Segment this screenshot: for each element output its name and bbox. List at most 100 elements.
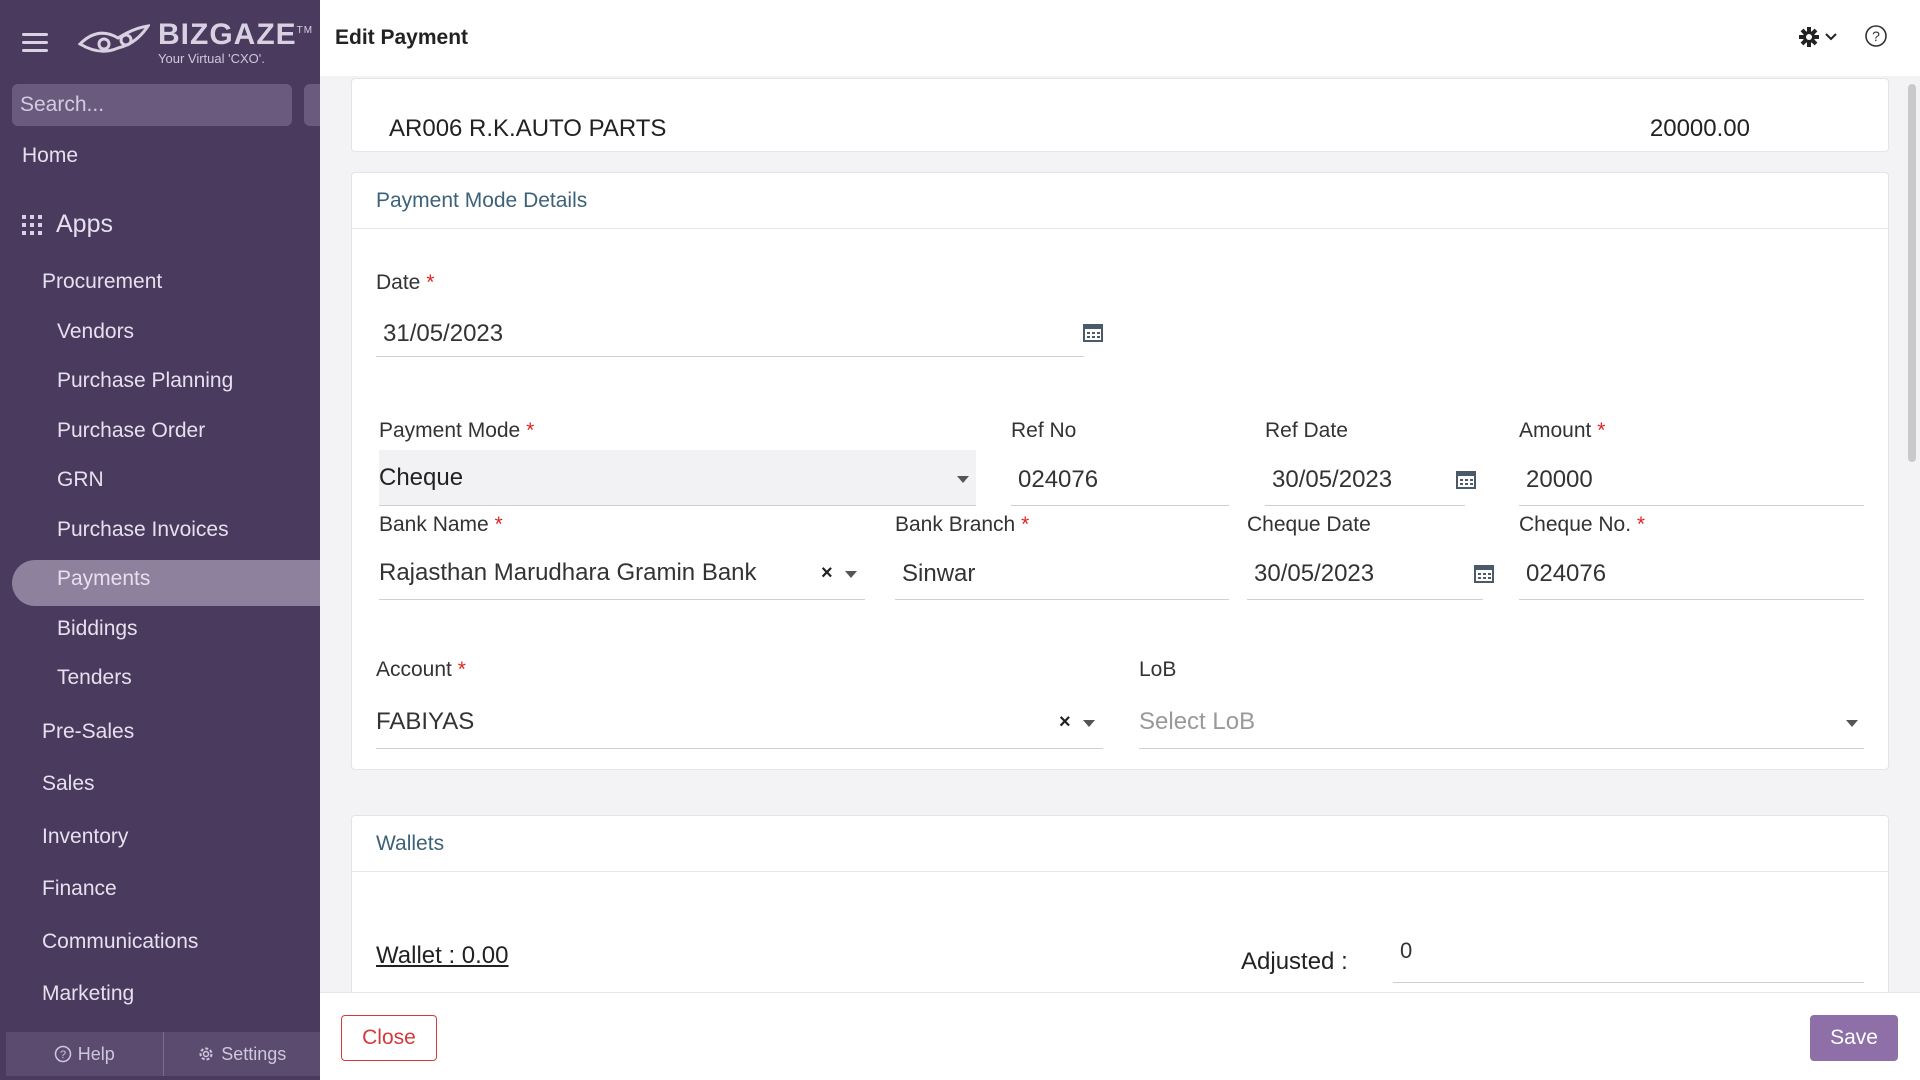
account-underline [376,748,1103,749]
owl-logo-icon [78,24,150,53]
cheque-date-underline [1247,599,1483,600]
sidebar-item-inventory[interactable]: Inventory [42,825,128,849]
search-extension [304,84,320,126]
sidebar-item-sales[interactable]: Sales [42,772,95,796]
sidebar-item-apps[interactable]: Apps [22,210,113,239]
sidebar-item-finance[interactable]: Finance [42,877,117,901]
sidebar-item-purchase-order[interactable]: Purchase Order [57,419,205,443]
hamburger-icon[interactable] [22,32,48,52]
ref-date-label: Ref Date [1265,419,1348,442]
page-title: Edit Payment [335,26,469,49]
sidebar-header: BIZGAZETM Your Virtual 'CXO'. [0,0,320,84]
sidebar-item-vendors[interactable]: Vendors [57,320,134,344]
close-button[interactable]: Close [341,1015,437,1061]
svg-text:?: ? [60,1049,66,1061]
sidebar-item-label: Apps [56,210,113,238]
sidebar-item-tenders[interactable]: Tenders [57,666,132,690]
help-icon: ? [54,1045,71,1063]
cheque-date-field[interactable]: 30/05/2023 [1254,560,1374,588]
section-title: Wallets [352,816,1888,872]
settings-label: Settings [221,1043,287,1064]
clear-icon[interactable]: × [1059,711,1071,734]
gear-icon [1799,27,1819,47]
chevron-down-icon[interactable] [1846,720,1858,727]
ref-date-field[interactable]: 30/05/2023 [1272,466,1392,494]
search-input[interactable] [20,93,291,117]
page-settings-menu[interactable] [1798,26,1838,48]
sidebar-item-home[interactable]: Home [22,144,78,168]
ref-no-label: Ref No [1011,419,1077,442]
sidebar-item-grn[interactable]: GRN [57,468,104,492]
sidebar-item-biddings[interactable]: Biddings [57,617,138,641]
settings-footer-button[interactable]: Settings [162,1032,321,1076]
help-label: Help [77,1043,115,1064]
section-title: Payment Mode Details [352,173,1888,229]
calendar-icon[interactable] [1473,562,1495,584]
calendar-icon[interactable] [1082,321,1104,343]
cheque-no-field[interactable]: 024076 [1526,560,1606,588]
bank-branch-label: Bank Branch * [895,513,1030,536]
bank-name-label: Bank Name * [379,513,503,536]
calendar-icon[interactable] [1455,468,1477,490]
bank-branch-underline [895,599,1229,600]
chevron-down-icon[interactable] [1083,720,1095,727]
cheque-no-underline [1519,599,1864,600]
adjusted-field[interactable]: 0 [1400,938,1412,964]
amount-field[interactable]: 20000 [1526,466,1593,494]
payment-mode-value: Cheque [379,464,464,491]
brand-tagline: Your Virtual 'CXO'. [158,50,265,66]
date-label: Date * [376,271,435,294]
save-button[interactable]: Save [1810,1015,1898,1061]
sidebar-item-payments[interactable]: Payments [57,567,150,591]
date-field-underline [376,356,1084,357]
payment-total: 20000.00 [1649,115,1750,142]
lob-underline [1139,748,1864,749]
page-header: Edit Payment ? [320,0,1920,76]
bank-name-underline [379,599,865,600]
apps-grid-icon [22,214,42,235]
bank-name-select[interactable]: Rajasthan Marudhara Gramin Bank [379,559,757,587]
amount-underline [1519,505,1864,506]
payment-mode-card: Payment Mode Details Date * 31/05/2023 P… [351,172,1889,770]
chevron-down-icon[interactable] [845,571,857,578]
main-content: AR006 R.K.AUTO PARTS 20000.00 Payment Mo… [320,76,1920,1035]
sidebar-item-communications[interactable]: Communications [42,930,198,954]
sidebar: BIZGAZETM Your Virtual 'CXO'. Home Apps … [0,0,320,1080]
chevron-down-icon [1825,33,1837,41]
amount-label: Amount * [1519,419,1606,442]
brand-name: BIZGAZETM [158,17,314,51]
payment-mode-label: Payment Mode * [379,419,535,442]
help-footer-button[interactable]: ? Help [6,1032,163,1076]
cheque-date-label: Cheque Date [1247,513,1371,536]
help-icon[interactable]: ? [1864,24,1888,48]
account-label: Account * [376,658,466,681]
cheque-no-label: Cheque No. * [1519,513,1646,536]
brand-logo[interactable]: BIZGAZETM Your Virtual 'CXO'. [78,17,314,66]
sidebar-item-procurement[interactable]: Procurement [42,270,162,294]
payment-mode-select[interactable]: Cheque [379,450,976,506]
sidebar-item-pre-sales[interactable]: Pre-Sales [42,720,134,744]
sidebar-item-purchase-planning[interactable]: Purchase Planning [57,369,233,393]
lob-select[interactable]: Select LoB [1139,708,1255,736]
sidebar-item-purchase-invoices[interactable]: Purchase Invoices [57,518,229,542]
sidebar-item-marketing[interactable]: Marketing [42,982,134,1006]
account-select[interactable]: FABIYAS [376,708,474,736]
ref-no-field[interactable]: 024076 [1018,466,1098,494]
search-box [12,84,292,126]
sidebar-footer: ? Help Settings [6,1032,320,1076]
payment-summary-card: AR006 R.K.AUTO PARTS 20000.00 [351,78,1889,152]
clear-icon[interactable]: × [821,562,833,585]
ref-date-underline [1265,505,1465,506]
svg-text:?: ? [1872,28,1880,44]
chevron-down-icon [957,476,969,483]
adjusted-underline [1393,982,1864,983]
lob-label: LoB [1139,658,1177,681]
scrollbar[interactable] [1908,84,1916,462]
bank-branch-field[interactable]: Sinwar [902,560,975,588]
gear-icon [199,1047,213,1061]
ref-no-underline [1011,505,1229,506]
action-bar: Close Save [320,992,1920,1080]
adjusted-label: Adjusted : [1241,948,1348,975]
date-field[interactable]: 31/05/2023 [383,320,503,348]
wallet-balance-link[interactable]: Wallet : 0.00 [376,942,509,970]
